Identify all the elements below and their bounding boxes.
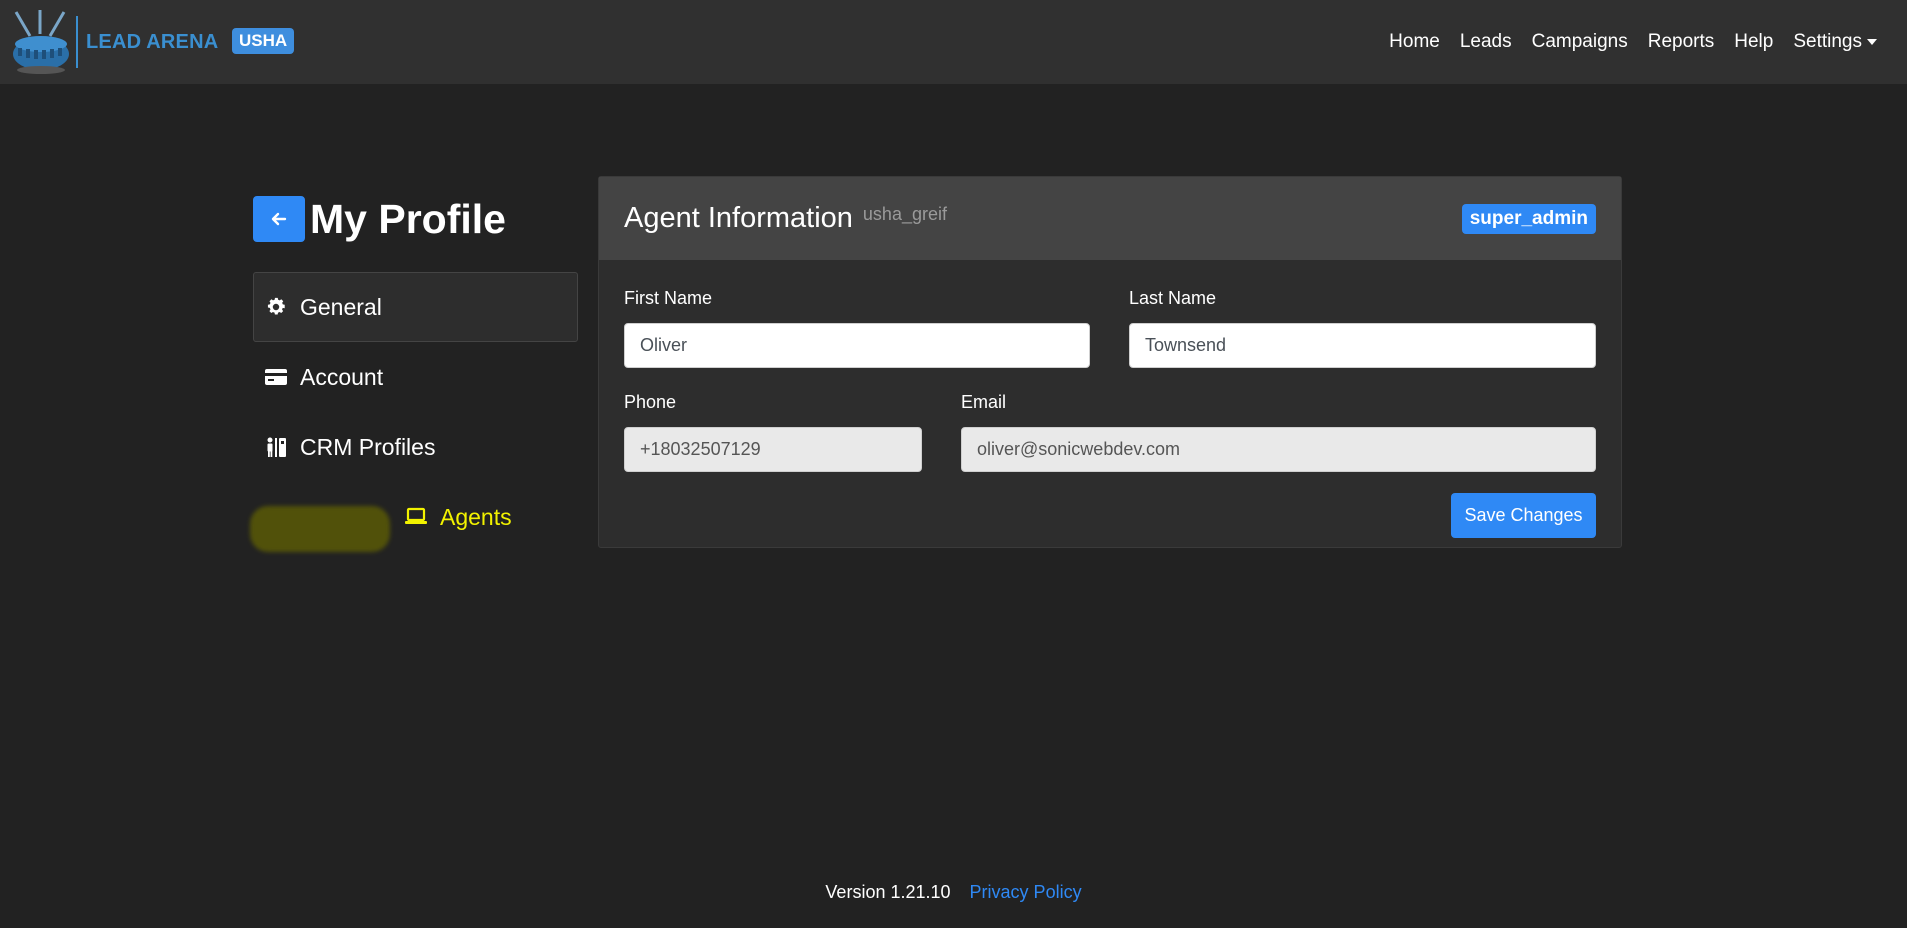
highlight-marker xyxy=(250,506,390,552)
side-nav-item-general[interactable]: General xyxy=(253,272,578,342)
credit-card-icon xyxy=(264,365,288,389)
nav-leads-link[interactable]: Leads xyxy=(1460,31,1512,53)
side-nav-label: Agents xyxy=(440,503,512,530)
first-name-label: First Name xyxy=(624,288,713,308)
tenant-badge: USHA xyxy=(232,28,295,54)
phone-field[interactable] xyxy=(624,427,922,472)
nav-settings-dropdown[interactable]: Settings xyxy=(1793,31,1877,53)
username-label: usha_greif xyxy=(862,204,947,224)
nav-links: Home Leads Campaigns Reports Help Settin… xyxy=(1369,0,1877,84)
page-title: My Profile xyxy=(310,196,506,242)
nav-settings-label: Settings xyxy=(1793,31,1862,52)
brand-divider xyxy=(76,16,78,68)
card-header: Agent Information usha_greif super_admin xyxy=(599,177,1621,260)
caret-down-icon xyxy=(1867,38,1877,45)
brand-name: LEAD ARENA xyxy=(86,30,219,53)
email-field[interactable] xyxy=(961,427,1596,472)
version-text: Version 1.21.10 xyxy=(825,882,951,902)
last-name-label: Last Name xyxy=(1129,288,1217,308)
email-label: Email xyxy=(961,392,1007,412)
nav-campaigns-link[interactable]: Campaigns xyxy=(1532,31,1628,53)
gear-icon xyxy=(264,295,288,319)
profile-side-nav: General Account CRM Profiles Agents xyxy=(250,272,578,552)
nav-help-link[interactable]: Help xyxy=(1734,31,1773,53)
side-nav-item-crm-profiles[interactable]: CRM Profiles xyxy=(253,412,578,482)
first-name-field[interactable] xyxy=(624,323,1090,368)
card-title: Agent Information xyxy=(624,202,853,234)
brand-logo-link[interactable]: LEAD ARENA xyxy=(10,8,218,76)
nav-home-link[interactable]: Home xyxy=(1389,31,1440,53)
top-navbar: LEAD ARENA USHA Home Leads Campaigns Rep… xyxy=(0,0,1907,84)
nav-reports-link[interactable]: Reports xyxy=(1648,31,1715,53)
side-nav-label: Account xyxy=(300,363,384,390)
back-button[interactable] xyxy=(253,196,305,242)
side-nav-label: CRM Profiles xyxy=(300,433,436,460)
role-badge: super_admin xyxy=(1461,204,1596,234)
save-changes-button[interactable]: Save Changes xyxy=(1451,493,1596,538)
side-nav-item-agents[interactable]: Agents xyxy=(250,482,578,552)
last-name-field[interactable] xyxy=(1129,323,1596,368)
phone-label: Phone xyxy=(624,392,677,412)
laptop-icon xyxy=(404,505,428,529)
colosseum-logo-icon xyxy=(13,10,69,74)
arrow-left-icon xyxy=(271,212,287,226)
people-icon xyxy=(264,435,288,459)
privacy-policy-link[interactable]: Privacy Policy xyxy=(970,882,1082,902)
side-nav-item-account[interactable]: Account xyxy=(253,342,578,412)
side-nav-label: General xyxy=(300,293,382,320)
footer: Version 1.21.10 Privacy Policy xyxy=(0,882,1907,903)
agent-information-card: Agent Information usha_greif super_admin… xyxy=(598,176,1622,548)
